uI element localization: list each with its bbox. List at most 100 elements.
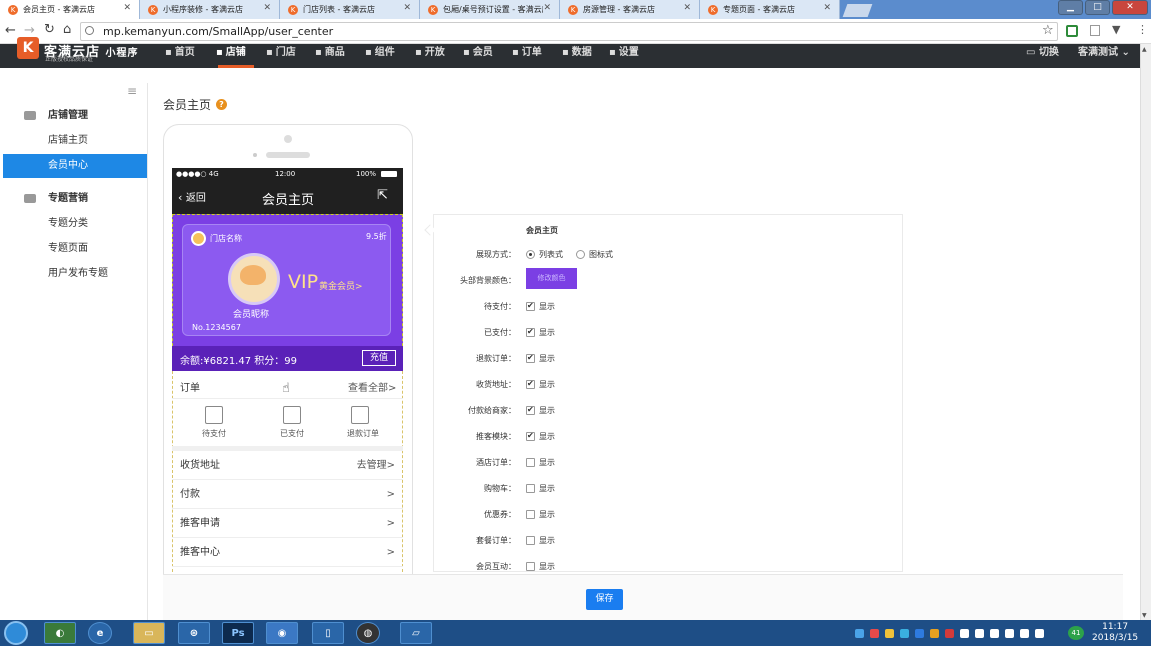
checkbox[interactable] — [526, 458, 535, 467]
taskbar-app-icon-2[interactable]: ▯ — [312, 622, 344, 644]
page-scrollbar[interactable] — [1140, 44, 1151, 620]
tray-icon[interactable] — [885, 629, 894, 638]
browser-menu-icon[interactable]: ⋮ — [1137, 23, 1148, 36]
setting-show-checkbox[interactable]: 显示 — [526, 561, 555, 572]
setting-show-checkbox[interactable]: 显示 — [526, 405, 555, 416]
tab-close-icon[interactable]: ✕ — [263, 3, 271, 13]
scroll-down-icon[interactable]: ▼ — [1142, 612, 1147, 619]
menu-item[interactable]: ▪ 开放 — [415, 43, 445, 58]
checkbox[interactable] — [526, 536, 535, 545]
checkbox[interactable] — [526, 353, 535, 363]
tab-close-icon[interactable]: ✕ — [543, 3, 551, 13]
forward-arrow-icon[interactable]: → — [24, 23, 35, 38]
bg-color-button[interactable]: 修改颜色 — [526, 268, 577, 289]
scroll-up-icon[interactable]: ▲ — [1142, 46, 1147, 53]
browser-tab[interactable]: K 会员主页 - 客满云店 ✕ — [0, 0, 140, 19]
start-button-icon[interactable] — [4, 621, 28, 645]
tray-icon[interactable] — [990, 629, 999, 638]
tray-icon[interactable] — [1020, 629, 1029, 638]
tray-icon[interactable] — [855, 629, 864, 638]
menu-item[interactable]: ▪ 组件 — [365, 43, 395, 58]
setting-show-checkbox[interactable]: 显示 — [526, 457, 555, 468]
sidebar-group-title[interactable]: 店铺管理 — [0, 104, 148, 128]
checkbox[interactable] — [526, 301, 535, 311]
browser-tab[interactable]: K 房源管理 - 客满云店 ✕ — [560, 0, 700, 19]
brand-logo-icon[interactable]: K — [17, 37, 39, 59]
menu-item[interactable]: ▪ 会员 — [463, 43, 493, 58]
extension-icon[interactable] — [1066, 25, 1078, 37]
browser-tab[interactable]: K 专题页面 - 客满云店 ✕ — [700, 0, 840, 19]
tray-icon[interactable] — [930, 629, 939, 638]
system-clock[interactable]: 11:17 2018/3/15 — [1092, 622, 1138, 644]
setting-show-checkbox[interactable]: 显示 — [526, 327, 555, 338]
folder-icon[interactable]: ▭ — [133, 622, 165, 644]
setting-show-checkbox[interactable]: 显示 — [526, 535, 555, 546]
menu-item[interactable]: ▪ 店铺 — [216, 43, 246, 58]
tray-icon[interactable] — [945, 629, 954, 638]
info-icon[interactable] — [85, 26, 94, 35]
tab-close-icon[interactable]: ✕ — [823, 3, 831, 13]
phone-back-button[interactable]: ‹ 返回 — [178, 189, 206, 204]
tray-icon[interactable] — [870, 629, 879, 638]
bookmark-star-icon[interactable]: ☆ — [1042, 23, 1054, 38]
tray-icon[interactable] — [1005, 629, 1014, 638]
tray-icon[interactable] — [975, 629, 984, 638]
battery-status-icon[interactable]: 41 — [1068, 626, 1084, 640]
checkbox[interactable] — [526, 405, 535, 415]
setting-show-checkbox[interactable]: 显示 — [526, 431, 555, 442]
taskbar-app-icon-3[interactable]: ▱ — [400, 622, 432, 644]
photoshop-icon[interactable]: Ps — [222, 622, 254, 644]
radio-button[interactable] — [526, 250, 535, 259]
setting-show-checkbox[interactable]: 显示 — [526, 353, 555, 364]
new-tab-button[interactable] — [842, 4, 873, 17]
tab-close-icon[interactable]: ✕ — [123, 3, 131, 13]
menu-item[interactable]: ▪ 门店 — [266, 43, 296, 58]
sidebar-group-title[interactable]: 专题营销 — [0, 187, 148, 211]
menu-item[interactable]: ▪ 订单 — [512, 43, 542, 58]
checkbox[interactable] — [526, 431, 535, 441]
checkbox[interactable] — [526, 484, 535, 493]
taskbar-app-icon-1[interactable]: ◐ — [44, 622, 76, 644]
tab-close-icon[interactable]: ✕ — [683, 3, 691, 13]
checkbox[interactable] — [526, 327, 535, 337]
display-mode-option[interactable]: 列表式 — [526, 249, 563, 260]
reload-icon[interactable]: ↻ — [44, 22, 55, 37]
setting-show-checkbox[interactable]: 显示 — [526, 379, 555, 390]
checkbox[interactable] — [526, 379, 535, 389]
menu-item[interactable]: ▪ 首页 — [165, 43, 195, 58]
back-arrow-icon[interactable]: ← — [5, 23, 16, 38]
browser-tab[interactable]: K 门店列表 - 客满云店 ✕ — [280, 0, 420, 19]
setting-show-checkbox[interactable]: 显示 — [526, 509, 555, 520]
menu-item[interactable]: ▪ 数据 — [562, 43, 592, 58]
maximize-button[interactable]: □ — [1085, 0, 1110, 15]
extension-icon-2[interactable] — [1090, 25, 1100, 36]
tray-icon[interactable] — [915, 629, 924, 638]
sidebar-item[interactable]: 会员中心 — [3, 154, 147, 178]
tray-icon[interactable] — [960, 629, 969, 638]
ie-icon[interactable]: e — [88, 622, 112, 644]
close-window-button[interactable]: ✕ — [1112, 0, 1148, 15]
minimize-button[interactable]: ▁ — [1058, 0, 1083, 15]
question-icon[interactable]: ? — [216, 99, 227, 110]
setting-show-checkbox[interactable]: 显示 — [526, 483, 555, 494]
save-button[interactable]: 保存 — [586, 589, 623, 610]
sidebar-item[interactable]: 专题分类 — [0, 212, 148, 236]
user-menu[interactable]: 客满测试 ⌄ — [1078, 43, 1130, 58]
tab-close-icon[interactable]: ✕ — [403, 3, 411, 13]
media-player-icon[interactable]: ⊛ — [178, 622, 210, 644]
switch-button[interactable]: ▭ 切换 — [1026, 43, 1059, 58]
browser-tab[interactable]: K 小程序装修 - 客满云店 ✕ — [140, 0, 280, 19]
checkbox[interactable] — [526, 510, 535, 519]
tray-icon[interactable] — [1035, 629, 1044, 638]
tray-icon[interactable] — [900, 629, 909, 638]
display-mode-option[interactable]: 图标式 — [576, 249, 613, 260]
url-input[interactable]: mp.kemanyun.com/SmallApp/user_center — [80, 22, 1058, 41]
chrome-icon[interactable]: ◉ — [266, 622, 298, 644]
checkbox[interactable] — [526, 562, 535, 571]
sidebar-toggle-icon[interactable]: ≡ — [127, 84, 137, 98]
home-icon[interactable]: ⌂ — [63, 22, 71, 37]
menu-item[interactable]: ▪ 商品 — [315, 43, 345, 58]
menu-item[interactable]: ▪ 设置 — [609, 43, 639, 58]
sidebar-item[interactable]: 店铺主页 — [0, 129, 148, 153]
radio-button[interactable] — [576, 250, 585, 259]
